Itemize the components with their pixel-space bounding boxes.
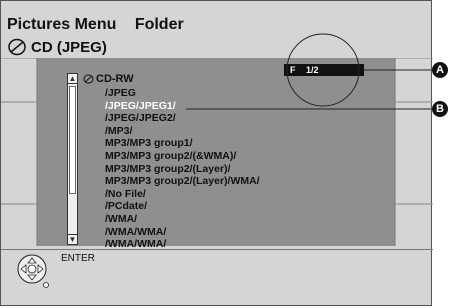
callout-lines	[186, 33, 431, 110]
callout-b: B	[432, 101, 448, 117]
callout-a: A	[432, 62, 448, 78]
